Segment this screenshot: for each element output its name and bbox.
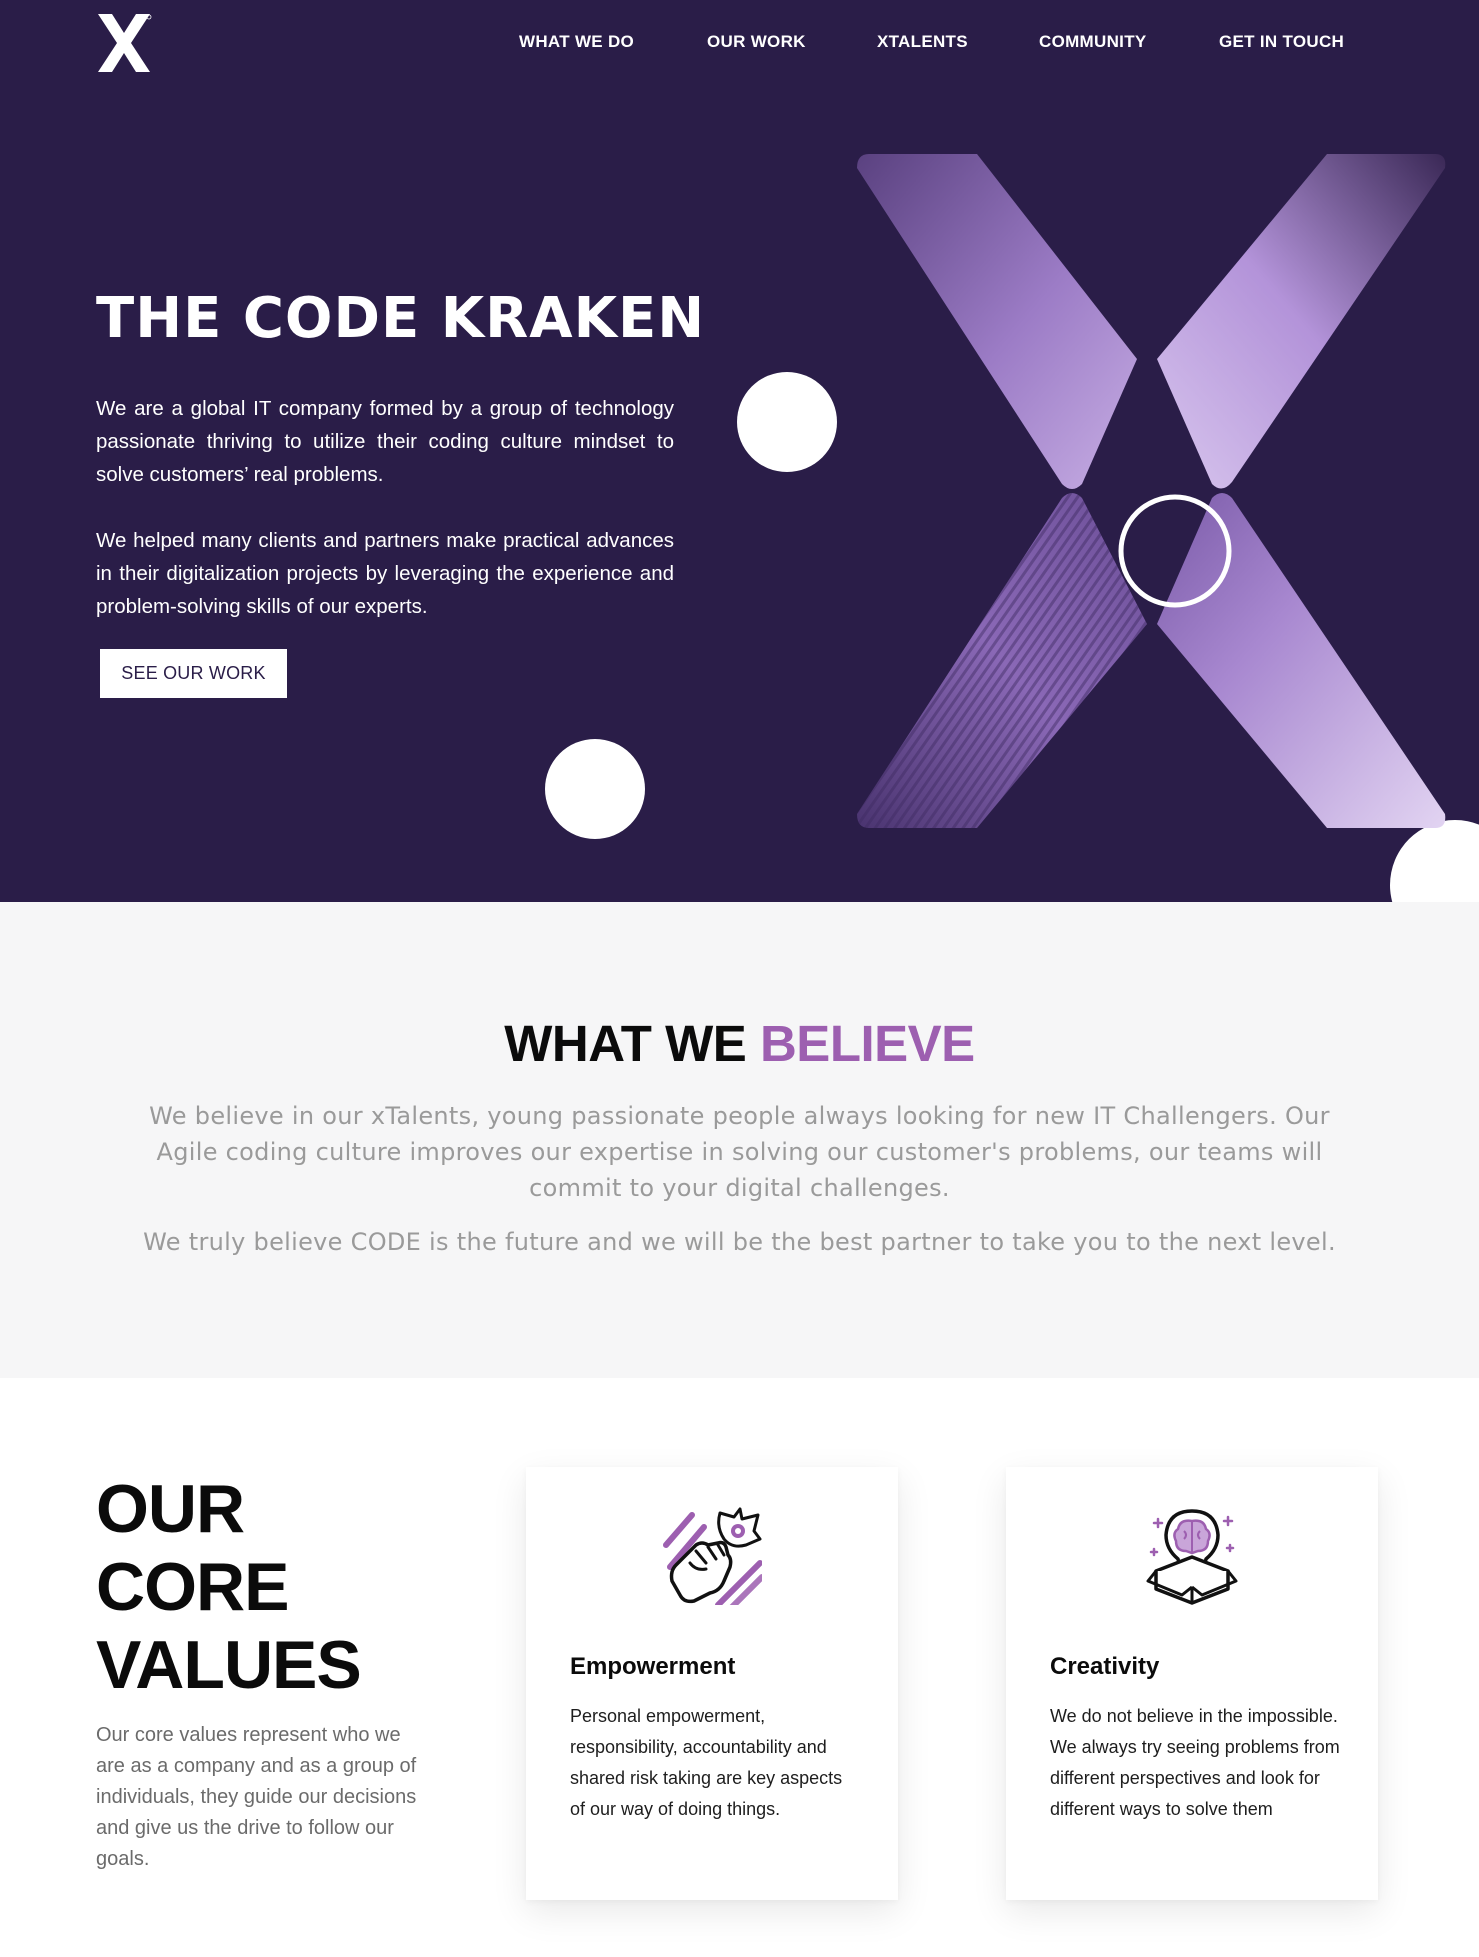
believe-paragraph: We believe in our xTalents, young passio… [149, 1102, 1330, 1202]
value-card-creativity: Creativity We do not believe in the impo… [1006, 1467, 1378, 1900]
hero-section: WHAT WE DO OUR WORK XTALENTS COMMUNITY G… [0, 0, 1479, 902]
nav-item-xtalents[interactable]: XTALENTS [877, 32, 968, 52]
nav-item-community[interactable]: COMMUNITY [1039, 32, 1147, 52]
believe-title-main: WHAT WE [504, 1015, 760, 1072]
main-nav: WHAT WE DO OUR WORK XTALENTS COMMUNITY G… [0, 32, 1479, 54]
nav-item-our-work[interactable]: OUR WORK [707, 32, 806, 52]
hero-intro-paragraph: We are a global IT company formed by a g… [96, 397, 674, 486]
believe-closing-paragraph: We truly believe CODE is the future and … [143, 1228, 1336, 1256]
believe-title-accent: BELIEVE [759, 1015, 975, 1072]
core-values-title-line: VALUES [96, 1627, 362, 1703]
core-values-title-line: CORE [96, 1549, 289, 1625]
hero-title: THE CODE KRAKEN [96, 286, 706, 351]
core-values-description: Our core values represent who we are as … [96, 1724, 417, 1870]
hero-secondary-paragraph: We helped many clients and partners make… [96, 529, 674, 618]
core-values-title: OUR CORE VALUES [96, 1470, 426, 1704]
card-text: We do not believe in the impossible. We … [1050, 1706, 1340, 1819]
fist-rocket-icon [663, 1507, 762, 1605]
brain-lightbulb-box-icon [1146, 1509, 1238, 1605]
see-our-work-button[interactable]: SEE OUR WORK [100, 649, 287, 698]
core-values-title-line: OUR [96, 1471, 245, 1547]
card-text: Personal empowerment, responsibility, ac… [570, 1706, 843, 1819]
core-values-section: OUR CORE VALUES Our core values represen… [0, 1378, 1479, 1957]
card-title: Empowerment [570, 1653, 736, 1680]
decorative-circle [737, 372, 837, 472]
believe-section: WHAT WE BELIEVE We believe in our xTalen… [0, 902, 1479, 1378]
believe-title: WHAT WE BELIEVE [0, 1014, 1479, 1073]
decorative-circle [545, 739, 645, 839]
nav-item-what-we-do[interactable]: WHAT WE DO [519, 32, 634, 52]
card-title: Creativity [1050, 1653, 1160, 1680]
value-card-empowerment: Empowerment Personal empowerment, respon… [526, 1467, 898, 1900]
nav-item-get-in-touch[interactable]: GET IN TOUCH [1219, 32, 1344, 52]
hero-x-photo-image [857, 154, 1446, 828]
decorative-circle [1390, 820, 1479, 902]
